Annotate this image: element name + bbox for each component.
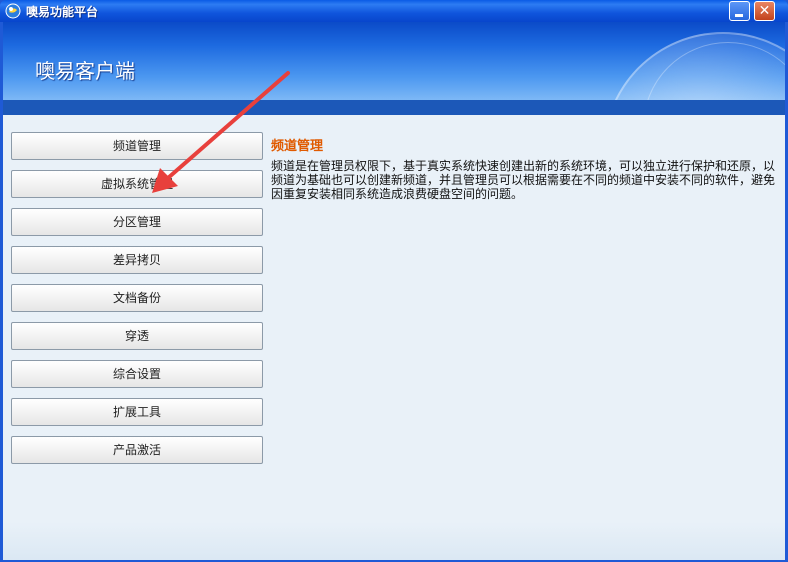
- menu-penetrate-button[interactable]: 穿透: [11, 322, 263, 350]
- menu-channel-button[interactable]: 频道管理: [11, 132, 263, 160]
- app-window: 噢易功能平台 ✕ 噢易客户端 频道管理 虚拟系统管理 分区管理 差异拷贝 文档备…: [0, 0, 788, 562]
- minimize-button[interactable]: [729, 1, 750, 21]
- menu-virtual-system-button[interactable]: 虚拟系统管理: [11, 170, 263, 198]
- header-banner: 噢易客户端: [3, 22, 785, 100]
- client-area: 噢易客户端 频道管理 虚拟系统管理 分区管理 差异拷贝 文档备份 穿透 综合设置…: [3, 22, 785, 560]
- menu-partition-button[interactable]: 分区管理: [11, 208, 263, 236]
- menu-ext-tools-button[interactable]: 扩展工具: [11, 398, 263, 426]
- app-logo-icon: [5, 3, 21, 19]
- minimize-icon: [735, 14, 743, 17]
- content-title: 频道管理: [271, 139, 324, 154]
- menu-diff-copy-button[interactable]: 差异拷贝: [11, 246, 263, 274]
- close-icon: ✕: [758, 3, 771, 19]
- menu-settings-button[interactable]: 综合设置: [11, 360, 263, 388]
- menu-doc-backup-button[interactable]: 文档备份: [11, 284, 263, 312]
- banner-title: 噢易客户端: [35, 59, 135, 83]
- window-title: 噢易功能平台: [26, 5, 99, 19]
- header-strip: [3, 100, 785, 115]
- menu-activation-button[interactable]: 产品激活: [11, 436, 263, 464]
- close-button[interactable]: ✕: [754, 1, 775, 21]
- content-description: 频道是在管理员权限下，基于真实系统快速创建出新的系统环境，可以独立进行保护和还原…: [271, 159, 776, 201]
- title-bar[interactable]: 噢易功能平台 ✕: [0, 0, 788, 22]
- footer-band: [3, 522, 785, 560]
